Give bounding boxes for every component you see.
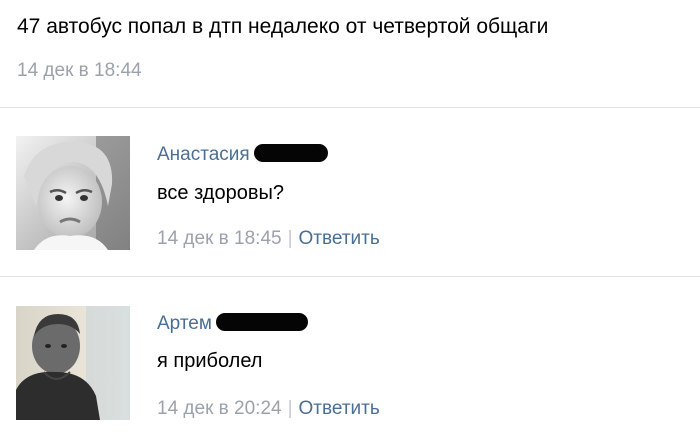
wall-post: 47 автобус попал в дтп недалеко от четве… <box>0 0 700 436</box>
man-photo-icon <box>16 306 130 420</box>
avatar[interactable] <box>16 306 130 420</box>
girl-photo-icon <box>16 136 130 250</box>
comment-author-name[interactable]: Артем <box>157 313 212 334</box>
reply-link[interactable]: Ответить <box>299 398 380 419</box>
post-date[interactable]: 14 дек в 18:44 <box>17 59 142 83</box>
comment-meta: 14 дек в 18:45 | Ответить <box>157 227 380 251</box>
avatar[interactable] <box>16 136 130 250</box>
comment-author-row: Артем <box>157 312 308 336</box>
comment-author-name[interactable]: Анастасия <box>157 144 250 165</box>
comment-date[interactable]: 14 дек в 20:24 <box>157 398 282 419</box>
censor-bar <box>215 312 308 331</box>
comment-meta: 14 дек в 20:24 | Ответить <box>157 397 380 421</box>
comment-date[interactable]: 14 дек в 18:45 <box>157 228 282 249</box>
reply-link[interactable]: Ответить <box>299 228 380 249</box>
comment-text: все здоровы? <box>157 182 284 204</box>
censor-bar <box>253 143 328 162</box>
meta-separator: | <box>287 398 293 419</box>
divider <box>0 276 700 277</box>
divider <box>0 107 700 108</box>
meta-separator: | <box>287 228 293 249</box>
comment-text: я приболел <box>157 350 263 372</box>
post-text: 47 автобус попал в дтп недалеко от четве… <box>17 15 549 38</box>
comment-author-row: Анастасия <box>157 143 328 167</box>
